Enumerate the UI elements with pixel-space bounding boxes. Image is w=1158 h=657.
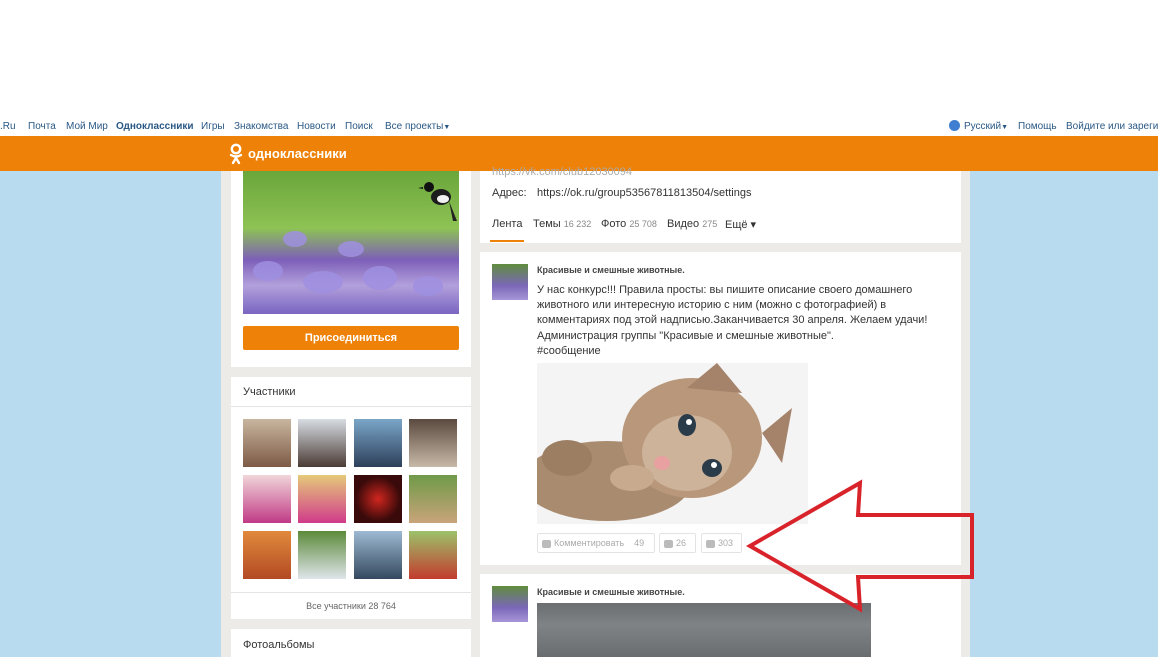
portal-link-games[interactable]: Игры (201, 121, 225, 132)
member-avatar[interactable] (243, 419, 291, 467)
members-title: Участники (243, 386, 296, 398)
member-avatar[interactable] (298, 475, 346, 523)
tab-topics[interactable]: Темы 16 232 (533, 218, 591, 230)
tab-label: Темы (533, 218, 561, 230)
globe-icon (949, 120, 960, 131)
like-count: 303 (718, 538, 734, 548)
tab-label: Лента (492, 218, 523, 230)
member-avatar[interactable] (243, 475, 291, 523)
tab-label: Ещё ▾ (725, 219, 757, 231)
brand-name[interactable]: одноклассники (248, 146, 347, 161)
like-icon (706, 539, 715, 548)
tab-more[interactable]: Ещё ▾ (725, 218, 756, 231)
language-label: Русский (964, 121, 1002, 132)
comment-count: 49 (634, 538, 645, 548)
post-text-line: Администрация группы "Красивые и смешные… (537, 329, 834, 342)
post-group-name[interactable]: Красивые и смешные животные. (537, 265, 685, 275)
portal-link-ok[interactable]: Одноклассники (116, 121, 194, 132)
share-button[interactable]: 26 (659, 533, 696, 553)
group-info-card (480, 171, 961, 243)
like-button[interactable]: 303 (701, 533, 742, 553)
portal-link-dating[interactable]: Знакомства (234, 121, 288, 132)
portal-link-ru[interactable]: .Ru (0, 121, 16, 132)
tab-label: Видео (667, 218, 700, 230)
member-avatar[interactable] (409, 475, 457, 523)
all-projects-label: Все проекты (385, 121, 444, 132)
page-background-right (970, 171, 1158, 657)
login-link[interactable]: Войдите или зарегистрируйтесь (1066, 121, 1158, 132)
magpie-image (418, 182, 457, 221)
tab-label: Фото (601, 218, 627, 230)
comment-button[interactable]: Комментировать 49 (537, 533, 655, 553)
portal-link-search[interactable]: Поиск (345, 121, 373, 132)
albums-title[interactable]: Фотоальбомы (243, 639, 314, 651)
ok-logo-icon[interactable] (229, 143, 243, 165)
post-text-line: У нас конкурс!!! Правила просты: вы пиши… (537, 284, 913, 296)
tab-count: 275 (702, 219, 718, 229)
help-link[interactable]: Помощь (1018, 121, 1057, 132)
post-text-line: животного или интересную историю с ним (… (537, 299, 887, 312)
portal-bar: .Ru Почта Мой Мир Одноклассники Игры Зна… (0, 117, 1158, 136)
language-select[interactable]: Русский▼ (964, 121, 1008, 132)
blank-area (0, 0, 1158, 117)
group-avatar[interactable] (492, 264, 528, 300)
address-label: Адрес: (492, 187, 527, 199)
share-count: 26 (676, 538, 687, 548)
chevron-down-icon: ▼ (1001, 124, 1009, 131)
member-avatar[interactable] (354, 475, 402, 523)
tab-count: 25 708 (629, 219, 657, 229)
group-avatar[interactable] (492, 586, 528, 622)
tab-count: 16 232 (563, 219, 592, 229)
portal-link-all-projects[interactable]: Все проекты▼ (385, 121, 450, 132)
post-text-line: комментариях под этой надписью.Заканчива… (537, 314, 928, 327)
post-group-name[interactable]: Красивые и смешные животные. (537, 587, 685, 597)
active-tab-indicator (490, 240, 524, 242)
annotation-arrow (745, 479, 974, 613)
member-avatar[interactable] (409, 531, 457, 579)
page-background-left (0, 171, 221, 657)
address-value[interactable]: https://ok.ru/group53567811813504/settin… (537, 187, 751, 199)
divider (231, 406, 471, 407)
divider (231, 592, 471, 593)
chevron-down-icon: ▼ (443, 124, 451, 131)
member-avatar[interactable] (409, 419, 457, 467)
tab-videos[interactable]: Видео 275 (667, 218, 717, 230)
share-icon (664, 539, 673, 548)
join-button[interactable]: Присоединиться (243, 326, 459, 350)
comment-icon (542, 539, 551, 548)
all-members-link[interactable]: Все участники 28 764 (231, 601, 471, 611)
member-avatar[interactable] (354, 531, 402, 579)
hashtag-link[interactable]: #сообщение (537, 344, 937, 359)
post-text: У нас конкурс!!! Правила просты: вы пиши… (537, 283, 937, 359)
comment-label: Комментировать (554, 538, 625, 548)
member-avatar[interactable] (298, 531, 346, 579)
member-avatar[interactable] (354, 419, 402, 467)
tab-feed[interactable]: Лента (492, 218, 522, 230)
group-external-link[interactable]: https://vk.com/club12030094 (492, 166, 632, 178)
portal-link-mail[interactable]: Почта (28, 121, 56, 132)
member-avatar[interactable] (298, 419, 346, 467)
tab-photos[interactable]: Фото 25 708 (601, 218, 657, 230)
member-avatar[interactable] (243, 531, 291, 579)
portal-link-mymir[interactable]: Мой Мир (66, 121, 108, 132)
portal-link-news[interactable]: Новости (297, 121, 336, 132)
